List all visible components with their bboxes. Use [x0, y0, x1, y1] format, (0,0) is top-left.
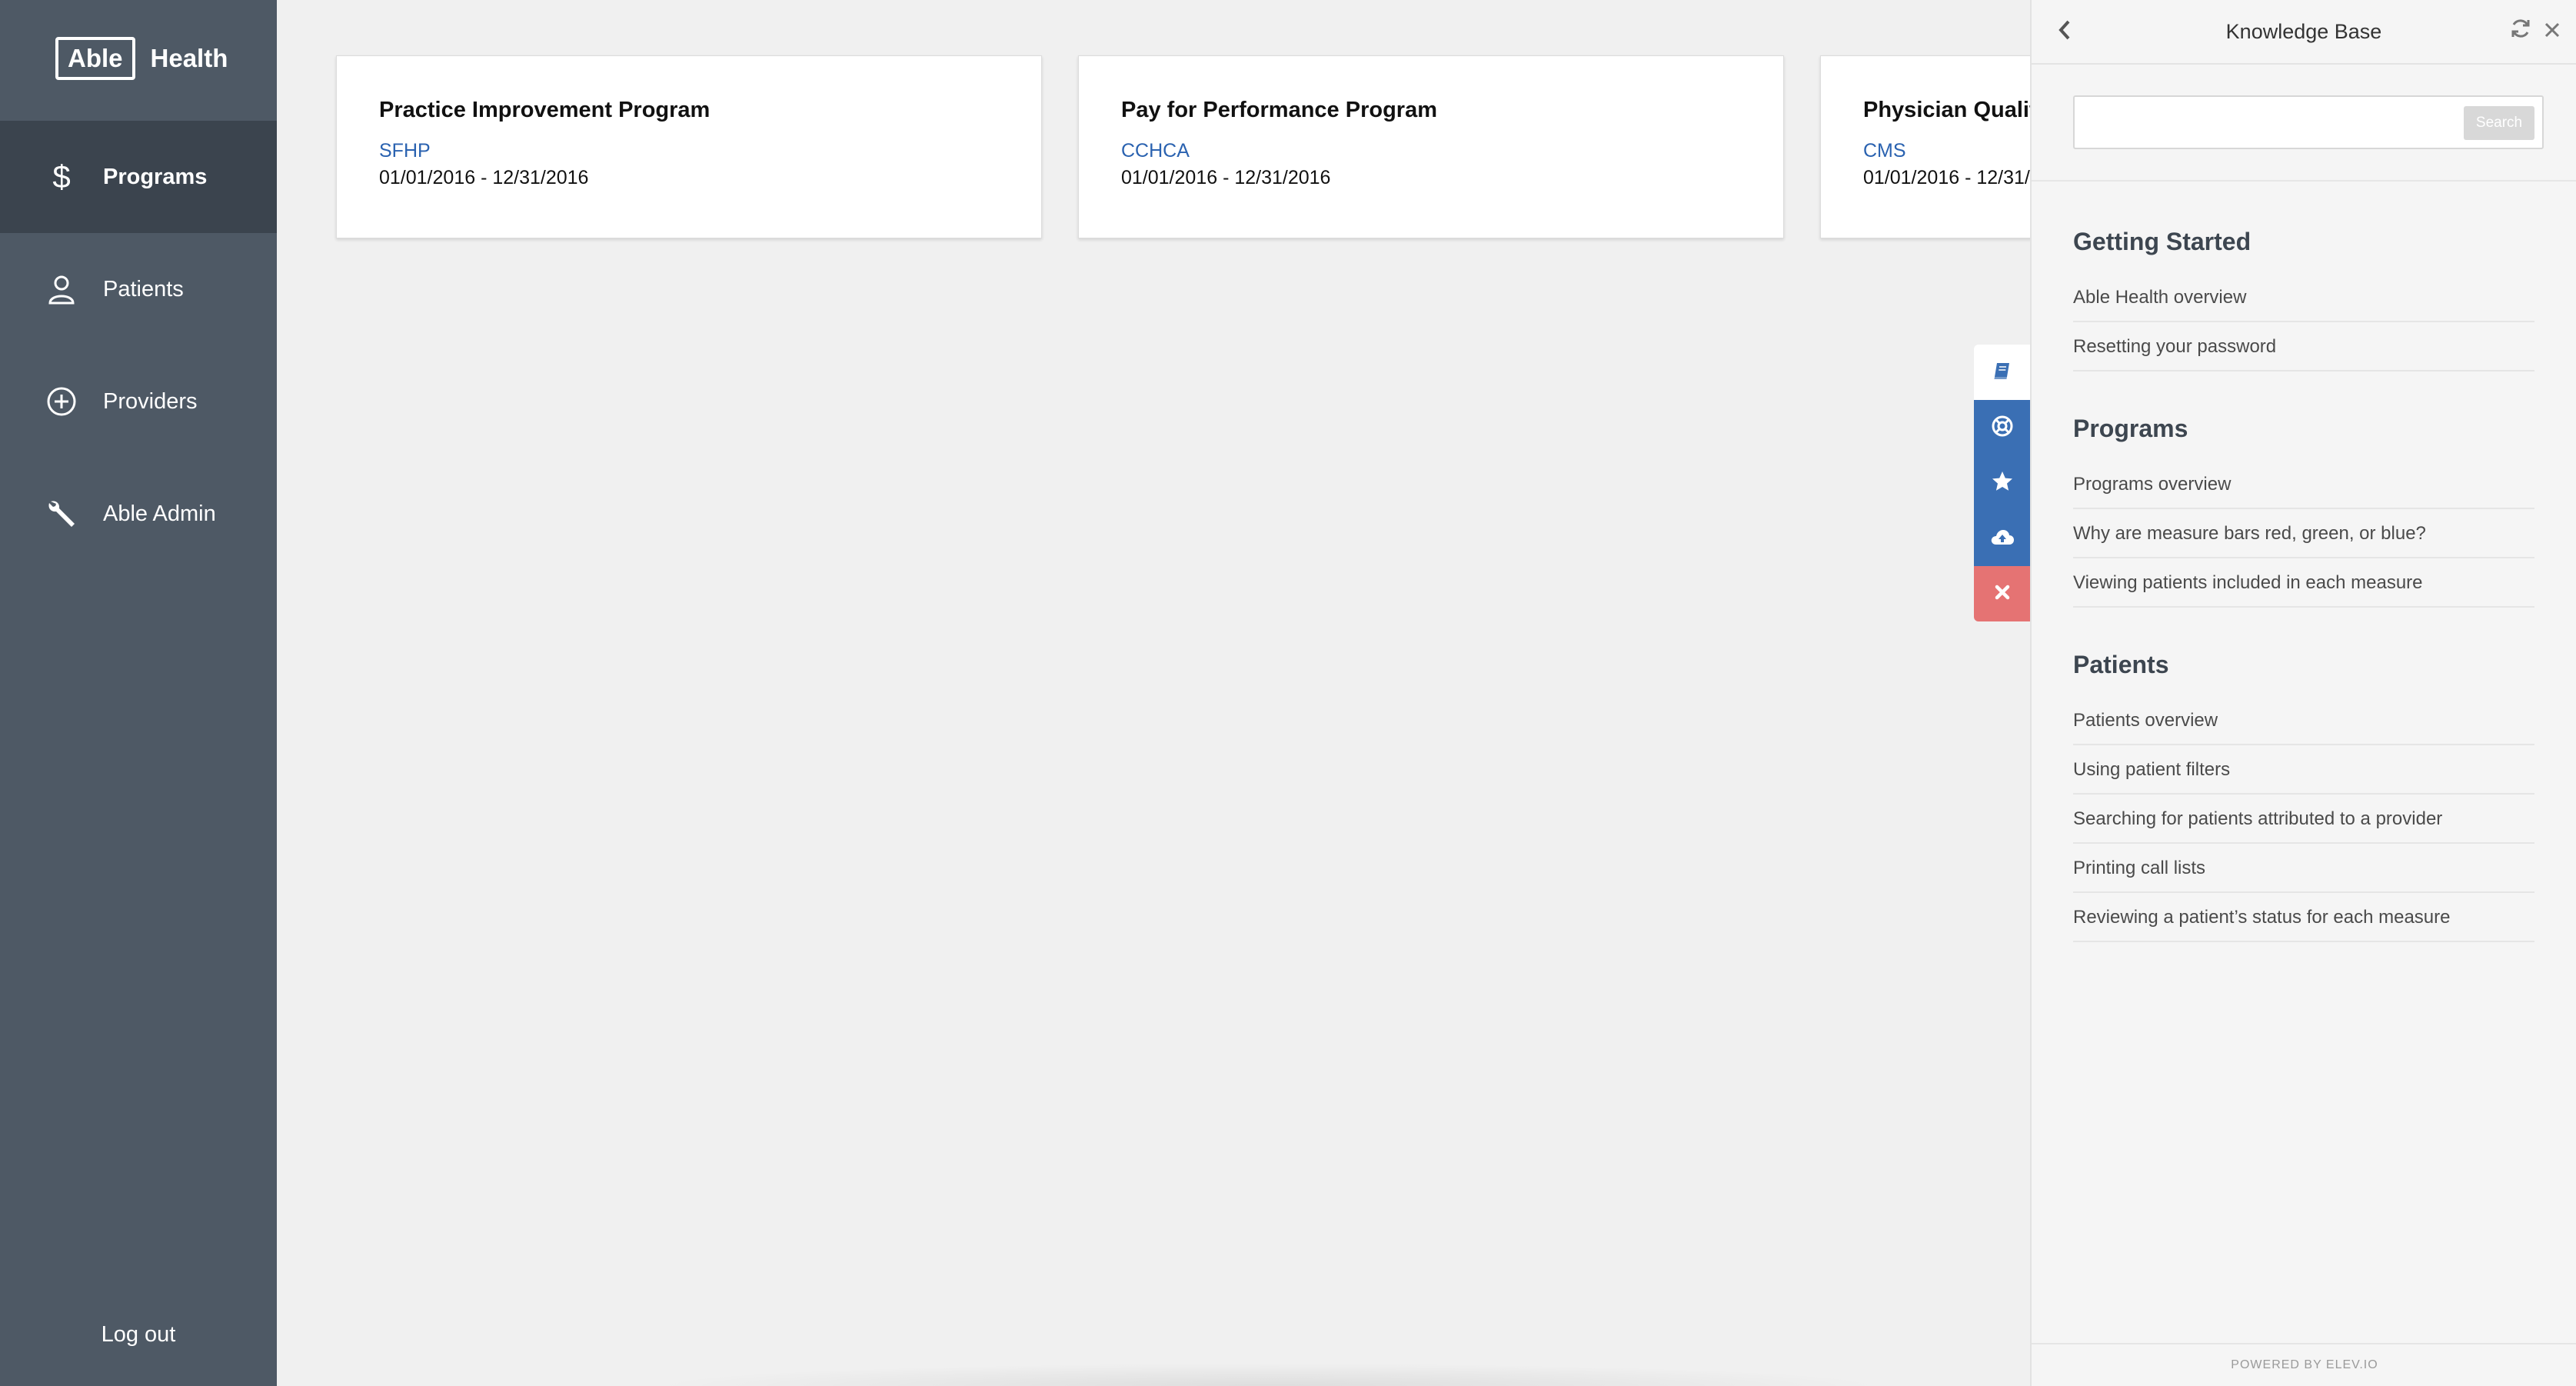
cloud-upload-icon	[1990, 526, 2015, 551]
tab-support[interactable]	[1974, 400, 2031, 455]
program-card[interactable]: Practice Improvement Program SFHP 01/01/…	[336, 55, 1042, 238]
refresh-icon[interactable]	[2510, 17, 2531, 44]
sidebar-item-label: Able Admin	[103, 501, 216, 526]
tab-upload[interactable]	[1974, 511, 2031, 566]
dollar-icon: $	[46, 160, 77, 194]
kb-section-title: Programs	[2073, 415, 2188, 442]
help-widget-tabs	[1974, 345, 2031, 621]
svg-text:$: $	[52, 160, 70, 194]
sidebar-item-label: Programs	[103, 164, 208, 189]
program-org-link[interactable]: CMS	[1863, 140, 2030, 162]
footer-shadow	[646, 1363, 1892, 1386]
sidebar-item-label: Patients	[103, 276, 184, 302]
kb-article-link[interactable]: Programs overview	[2073, 460, 2534, 509]
kb-section-title: Patients	[2073, 651, 2169, 678]
tab-favorites[interactable]	[1974, 455, 2031, 511]
tab-close[interactable]	[1974, 566, 2031, 621]
kb-section-programs: Programs Programs overview Why are measu…	[2073, 415, 2534, 608]
program-card[interactable]: Physician Quality Reporting System CMS 0…	[1820, 55, 2030, 238]
kb-header: Knowledge Base	[2032, 0, 2576, 65]
logo-text: Health	[150, 44, 228, 72]
kb-article-link[interactable]: Why are measure bars red, green, or blue…	[2073, 509, 2534, 558]
kb-article-link[interactable]: Able Health overview	[2073, 273, 2534, 322]
kb-article-link[interactable]: Resetting your password	[2073, 322, 2534, 371]
app-logo[interactable]: Able Health	[55, 37, 228, 80]
kb-section-getting-started: Getting Started Able Health overview Res…	[2073, 228, 2534, 371]
sidebar-item-able-admin[interactable]: Able Admin	[0, 458, 277, 570]
powered-by-footer[interactable]: POWERED BY ELEV.IO	[2032, 1343, 2576, 1386]
kb-article-link[interactable]: Searching for patients attributed to a p…	[2073, 795, 2534, 844]
kb-search-input[interactable]	[2075, 97, 2459, 148]
program-title: Practice Improvement Program	[379, 98, 711, 122]
star-icon	[1991, 470, 2014, 497]
program-dates: 01/01/2016 - 12/31/2016	[379, 167, 589, 188]
program-title: Pay for Performance Program	[1121, 98, 1437, 122]
sidebar-nav: $ Programs Patients Providers Able Admin	[0, 121, 277, 570]
program-dates: 01/01/2016 - 12/31/2016	[1863, 167, 2030, 188]
kb-article-link[interactable]: Viewing patients included in each measur…	[2073, 558, 2534, 608]
back-arrow-icon[interactable]	[2056, 18, 2073, 45]
wrench-icon	[46, 498, 77, 529]
logo-box: Able	[55, 37, 135, 80]
kb-section-title: Getting Started	[2073, 228, 2252, 255]
kb-content: Getting Started Able Health overview Res…	[2032, 228, 2576, 942]
sidebar-item-patients[interactable]: Patients	[0, 233, 277, 345]
kb-search-button[interactable]: Search	[2464, 106, 2534, 140]
kb-article-link[interactable]: Reviewing a patient’s status for each me…	[2073, 893, 2534, 942]
person-icon	[46, 274, 77, 305]
logout-link[interactable]: Log out	[0, 1322, 277, 1348]
tab-knowledge-base[interactable]	[1974, 345, 2031, 400]
program-dates: 01/01/2016 - 12/31/2016	[1121, 167, 1331, 188]
sidebar: Able Health $ Programs Patients Provider…	[0, 0, 277, 1386]
program-title: Physician Quality Reporting System	[1863, 98, 2030, 122]
kb-search-box: Search	[2073, 95, 2544, 149]
sidebar-item-programs[interactable]: $ Programs	[0, 121, 277, 233]
kb-article-link[interactable]: Patients overview	[2073, 696, 2534, 745]
program-card[interactable]: Pay for Performance Program CCHCA 01/01/…	[1078, 55, 1784, 238]
kb-search-area: Search	[2032, 65, 2576, 182]
kb-section-patients: Patients Patients overview Using patient…	[2073, 651, 2534, 942]
kb-article-link[interactable]: Using patient filters	[2073, 745, 2534, 795]
lifebuoy-icon	[1991, 415, 2014, 441]
kb-title: Knowledge Base	[2225, 19, 2382, 43]
book-icon	[1992, 360, 2013, 385]
plus-circle-icon	[46, 386, 77, 417]
close-icon	[1993, 583, 2012, 605]
kb-article-link[interactable]: Printing call lists	[2073, 844, 2534, 893]
close-icon[interactable]	[2542, 18, 2562, 45]
program-org-link[interactable]: CCHCA	[1121, 140, 1741, 162]
knowledge-base-panel: Knowledge Base Search Getting Started Ab…	[2030, 0, 2576, 1386]
sidebar-item-providers[interactable]: Providers	[0, 345, 277, 458]
program-org-link[interactable]: SFHP	[379, 140, 999, 162]
sidebar-item-label: Providers	[103, 388, 198, 414]
main-content: Practice Improvement Program SFHP 01/01/…	[277, 0, 2030, 1386]
